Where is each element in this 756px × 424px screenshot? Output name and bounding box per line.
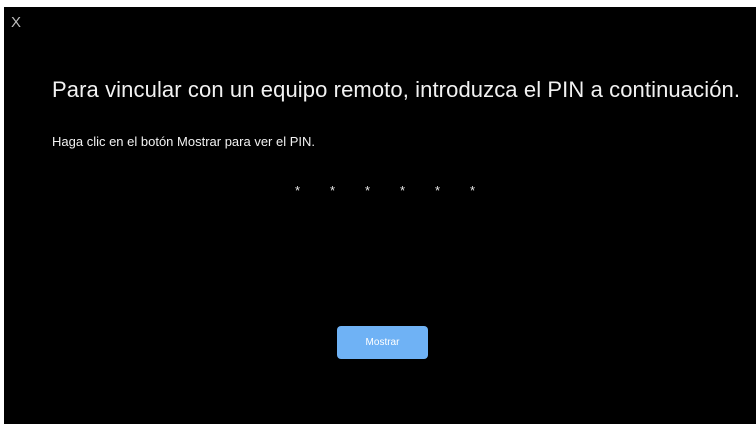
dialog-instruction: Haga clic en el botón Mostrar para ver e… xyxy=(52,134,316,149)
pin-digit-mask: * xyxy=(294,183,301,198)
dialog-title: Para vincular con un equipo remoto, intr… xyxy=(52,77,741,102)
pin-digit-mask: * xyxy=(399,183,406,198)
close-icon[interactable]: X xyxy=(11,15,21,30)
pin-digit-mask: * xyxy=(434,183,441,198)
show-pin-button[interactable]: Mostrar xyxy=(337,326,428,359)
pin-digit-mask: * xyxy=(329,183,336,198)
pin-display: * * * * * * xyxy=(280,183,490,198)
pin-digit-mask: * xyxy=(469,183,476,198)
pin-digit-mask: * xyxy=(364,183,371,198)
pin-dialog: X Para vincular con un equipo remoto, in… xyxy=(4,7,756,424)
